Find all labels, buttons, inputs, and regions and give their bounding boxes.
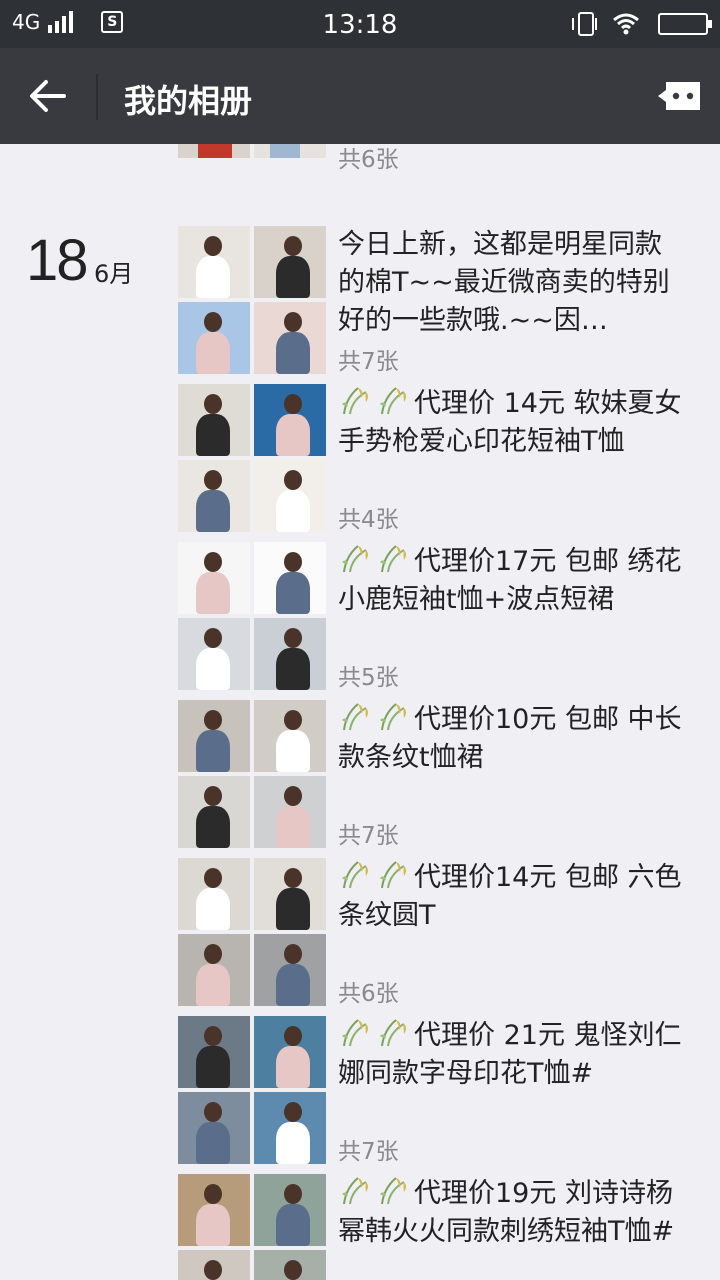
thumbnail (178, 934, 250, 1006)
app-bar: 我的相册 (0, 48, 720, 144)
back-button[interactable] (20, 68, 76, 124)
thumbnail (254, 858, 326, 930)
date-month: 6月 (94, 260, 134, 288)
thumbnail (178, 1250, 250, 1280)
photo-count: 共7张 (338, 1139, 399, 1165)
thumbnail-grid (178, 144, 326, 234)
status-bar: 4G S 13:18 (0, 0, 720, 48)
post-caption: 代理价17元 包邮 绣花小鹿短袖t恤+波点短裙 (338, 542, 688, 656)
post-caption: 代理价19元 刘诗诗杨幂韩火火同款刺绣短袖T恤# (338, 1174, 688, 1280)
rice-leaf-icon (342, 1019, 368, 1047)
page-title: 我的相册 (124, 82, 253, 120)
thumbnail (254, 1174, 326, 1246)
thumbnail (254, 1092, 326, 1164)
thumbnail (178, 618, 250, 690)
thumbnail (178, 1174, 250, 1246)
rice-leaf-icon (342, 861, 368, 889)
album-post[interactable]: 今日上新，这都是明星同款的棉T~~最近微商卖的特别好的一些款哦.~~因… 共7张 (178, 226, 708, 376)
photo-count: 共6张 (338, 981, 399, 1007)
album-post[interactable]: 代理价14元 包邮 六色条纹圆T 共6张 (178, 858, 708, 1008)
rice-leaf-icon (380, 1019, 406, 1047)
thumbnail-grid (178, 226, 326, 374)
thumbnail (254, 144, 326, 158)
thumbnail (178, 542, 250, 614)
thumbnail (178, 776, 250, 848)
rice-leaf-icon (380, 861, 406, 889)
status-right (572, 12, 712, 36)
thumbnail (254, 226, 326, 298)
leaf-icons (338, 387, 414, 419)
thumbnail (254, 700, 326, 772)
battery-icon (658, 13, 712, 35)
leaf-icons (338, 703, 414, 735)
photo-count: 共6张 (338, 147, 399, 173)
post-caption: 代理价14元 包邮 六色条纹圆T (338, 858, 688, 972)
thumbnail (178, 1092, 250, 1164)
photo-count: 共4张 (338, 507, 399, 533)
album-post[interactable]: 代理价 21元 鬼怪刘仁娜同款字母印花T恤# 共7张 (178, 1016, 708, 1166)
wifi-icon (613, 13, 639, 35)
rice-leaf-icon (380, 545, 406, 573)
app-bar-divider (96, 74, 98, 120)
date-day: 18 (26, 228, 88, 293)
thumbnail (178, 384, 250, 456)
rice-leaf-icon (342, 387, 368, 415)
arrow-left-icon (30, 80, 66, 112)
vibrate-icon (572, 12, 597, 36)
thumbnail-grid (178, 1016, 326, 1164)
post-caption: 代理价 14元 软妹夏女手势枪爱心印花短袖T恤 (338, 384, 688, 498)
thumbnail (254, 460, 326, 532)
thumbnail (254, 302, 326, 374)
thumbnail (254, 1016, 326, 1088)
caption-text: 今日上新，这都是明星同款的棉T~~最近微商卖的特别好的一些款哦.~~因… (338, 229, 670, 336)
thumbnail (254, 542, 326, 614)
thumbnail (178, 302, 250, 374)
thumbnail-grid (178, 542, 326, 690)
post-caption: 代理价 21元 鬼怪刘仁娜同款字母印花T恤# (338, 1016, 688, 1130)
thumbnail-grid (178, 858, 326, 1006)
post-caption: 代理价10元 包邮 中长款条纹t恤裙 (338, 700, 688, 814)
rice-leaf-icon (342, 545, 368, 573)
thumbnail (254, 618, 326, 690)
rice-leaf-icon (380, 387, 406, 415)
leaf-icons (338, 861, 414, 893)
thumbnail-grid (178, 1174, 326, 1280)
photo-count: 共7张 (338, 823, 399, 849)
leaf-icons (338, 545, 414, 577)
rice-leaf-icon (380, 703, 406, 731)
rice-leaf-icon (342, 703, 368, 731)
post-caption: 今日上新，这都是明星同款的棉T~~最近微商卖的特别好的一些款哦.~~因… (338, 226, 688, 340)
thumbnail (254, 384, 326, 456)
album-post[interactable]: 代理价 14元 软妹夏女手势枪爱心印花短袖T恤共4张 (178, 384, 708, 534)
album-post[interactable]: 代理价17元 包邮 绣花小鹿短袖t恤+波点短裙共5张 (178, 542, 708, 692)
thumbnail-grid (178, 384, 326, 532)
album-post[interactable]: 代理价19元 刘诗诗杨幂韩火火同款刺绣短袖T恤# (178, 1174, 708, 1280)
thumbnail (178, 226, 250, 298)
rice-leaf-icon (380, 1177, 406, 1205)
thumbnail (254, 776, 326, 848)
message-button[interactable] (656, 78, 704, 114)
thumbnail (254, 934, 326, 1006)
thumbnail (254, 1250, 326, 1280)
thumbnail (178, 460, 250, 532)
leaf-icons (338, 1019, 414, 1051)
thumbnail-grid (178, 700, 326, 848)
leaf-icons (338, 1177, 414, 1209)
photo-count: 共5张 (338, 665, 399, 691)
album-timeline[interactable]: 共6张 18 6月 今日上新，这都是明星同款的棉T~~最近微商卖的特别好的一些款… (0, 144, 720, 1280)
thumbnail (178, 144, 250, 158)
partial-post[interactable]: 共6张 (178, 144, 478, 173)
thumbnail (178, 700, 250, 772)
photo-count: 共7张 (338, 349, 399, 375)
thumbnail (178, 1016, 250, 1088)
thumbnail (178, 858, 250, 930)
message-dots-icon (658, 82, 700, 110)
album-post[interactable]: 代理价10元 包邮 中长款条纹t恤裙共7张 (178, 700, 708, 850)
rice-leaf-icon (342, 1177, 368, 1205)
